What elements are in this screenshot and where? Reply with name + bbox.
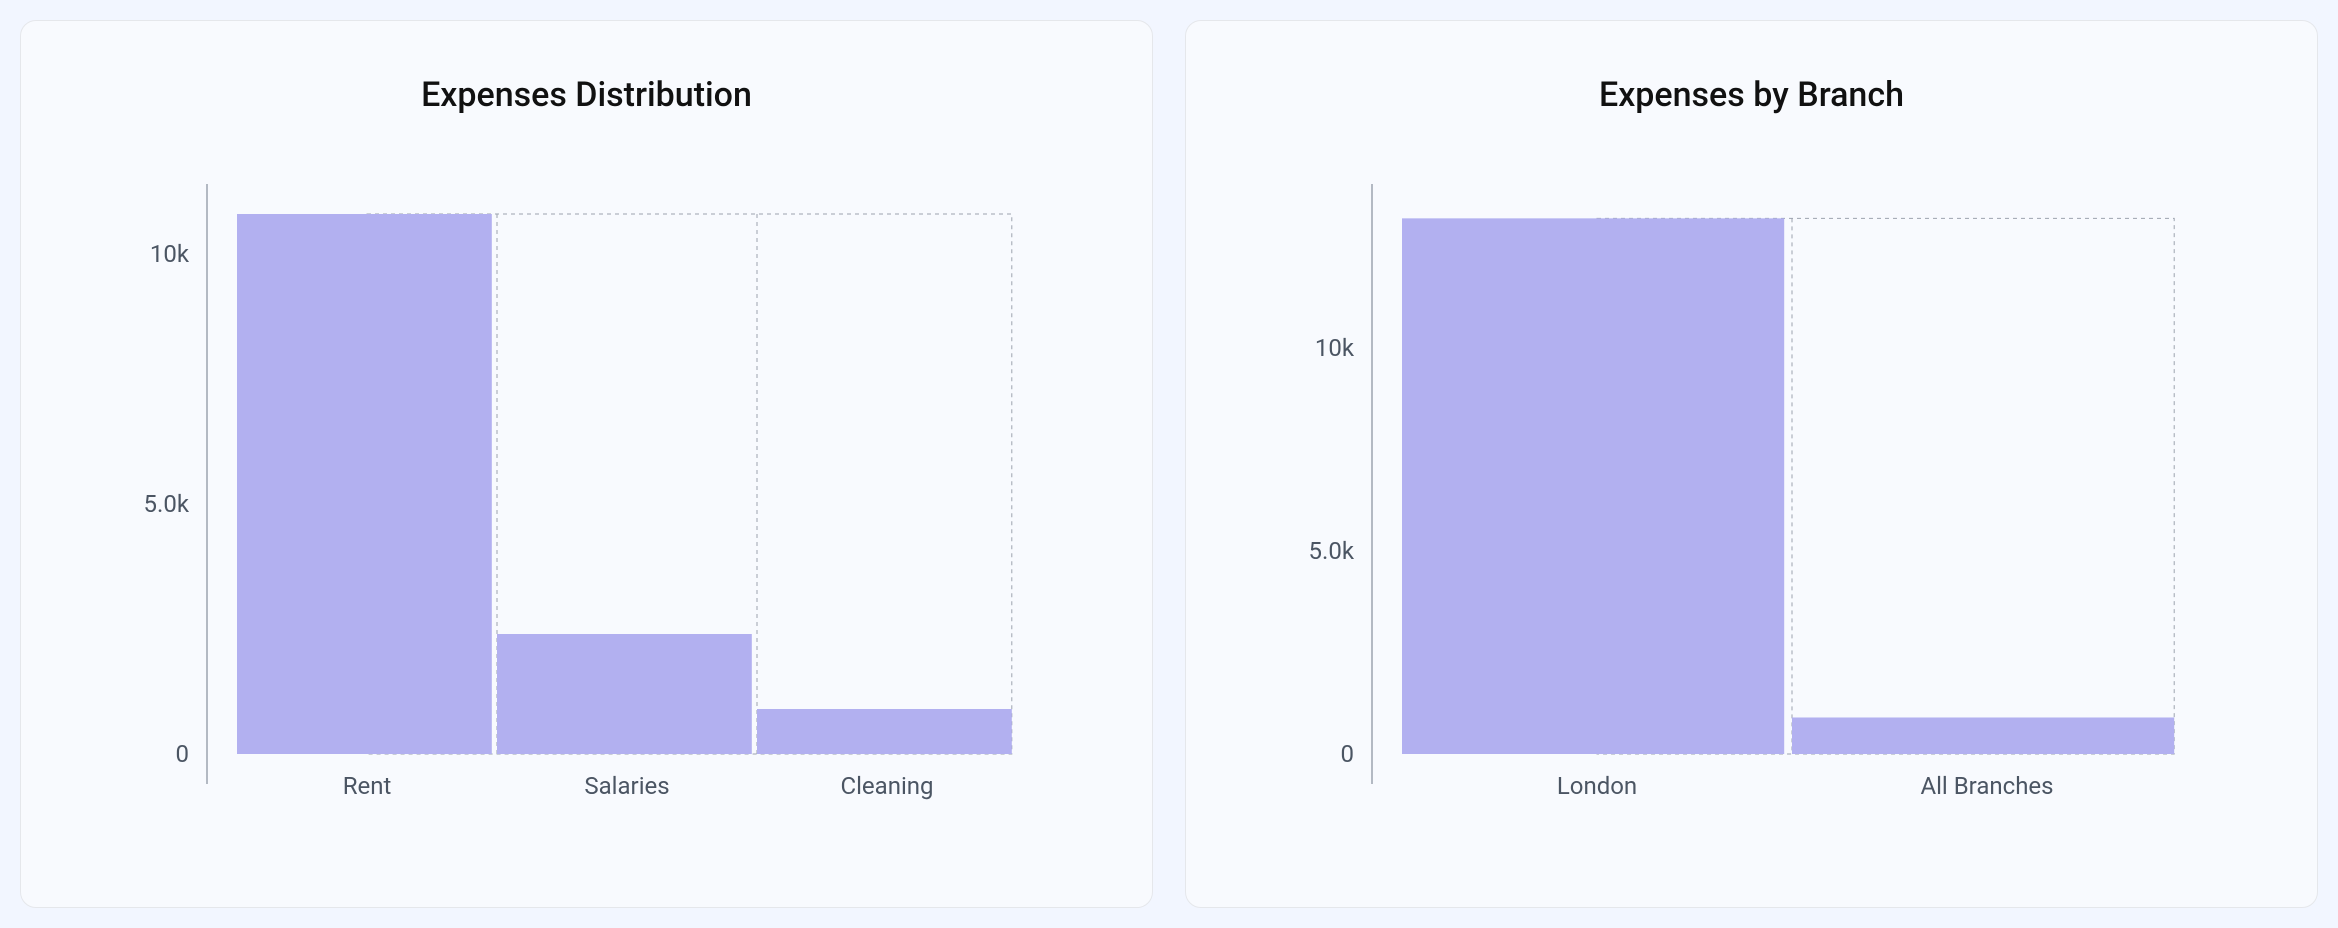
- x-tick-label: London: [1556, 772, 1636, 800]
- chart-title: Expenses by Branch: [1210, 75, 2293, 115]
- bar-chart: 0 5.0k 10k Rent Salaries Cleaning: [87, 184, 1087, 844]
- chart-plot-area: 0 5.0k 10k London All Branches: [1210, 145, 2293, 883]
- bar-chart: 0 5.0k 10k London All Branches: [1252, 184, 2252, 844]
- charts-row: Expenses Distribution 0 5.0k 10k Rent Salari…: [0, 0, 2338, 928]
- chart-title: Expenses Distribution: [45, 75, 1128, 115]
- y-tick-label: 10k: [149, 240, 189, 268]
- x-tick-label: Cleaning: [840, 772, 933, 800]
- y-tick-label: 5.0k: [143, 490, 189, 518]
- bar: [1792, 717, 2174, 754]
- bar: [1402, 218, 1784, 754]
- x-tick-label: All Branches: [1920, 772, 2053, 800]
- y-tick-label: 0: [175, 740, 189, 768]
- bar: [237, 214, 492, 754]
- x-tick-label: Rent: [342, 772, 391, 800]
- bar: [757, 709, 1012, 754]
- x-tick-label: Salaries: [584, 772, 669, 800]
- chart-card-distribution: Expenses Distribution 0 5.0k 10k Rent Salari…: [20, 20, 1153, 908]
- y-tick-label: 10k: [1314, 334, 1354, 362]
- y-tick-label: 0: [1340, 740, 1354, 768]
- chart-plot-area: 0 5.0k 10k Rent Salaries Cleaning: [45, 145, 1128, 883]
- chart-card-branch: Expenses by Branch 0 5.0k 10k London All Bra…: [1185, 20, 2318, 908]
- bar: [497, 634, 752, 754]
- y-tick-label: 5.0k: [1308, 537, 1354, 565]
